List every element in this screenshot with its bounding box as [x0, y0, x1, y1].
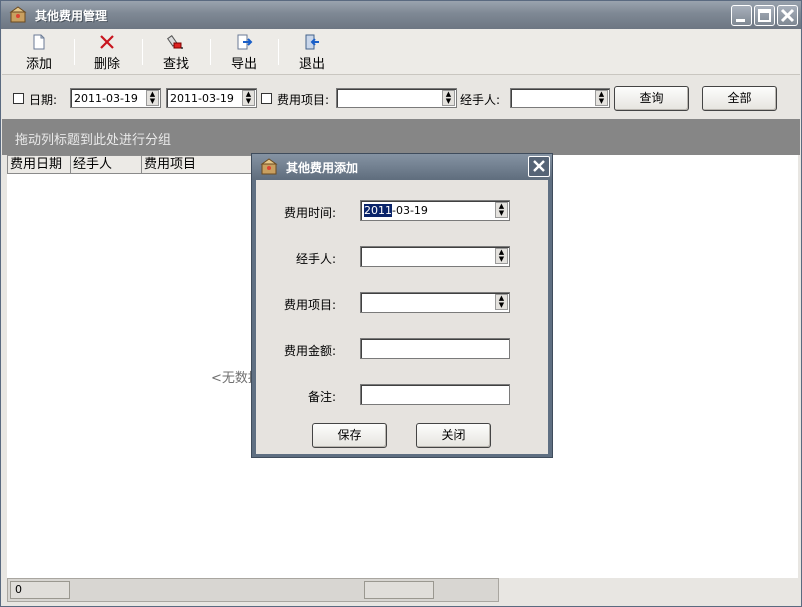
note-label: 备注: — [307, 390, 336, 404]
add-button[interactable]: 添加 — [12, 31, 66, 73]
minimize-button[interactable] — [731, 5, 752, 26]
app-icon — [260, 158, 278, 175]
date-checkbox[interactable] — [13, 93, 24, 104]
title-bar[interactable]: 其他费用管理 — [1, 1, 801, 29]
record-count: 0 — [10, 581, 70, 599]
group-by-panel[interactable]: 拖动列标题到此处进行分组 — [2, 119, 800, 155]
spin-updown-icon[interactable]: ▲ ▼ — [495, 202, 508, 218]
handler-combo[interactable]: ▲ ▼ — [510, 88, 610, 108]
date-label: 日期: — [29, 93, 58, 107]
dialog-handler-label: 经手人: — [295, 252, 336, 266]
dialog-close-button[interactable] — [528, 156, 550, 177]
maximize-button[interactable] — [754, 5, 775, 26]
expense-time-label: 费用时间: — [283, 206, 336, 220]
spin-updown-icon[interactable]: ▲ ▼ — [595, 90, 608, 106]
expense-time-value: 2011-03-19 — [364, 204, 428, 217]
minimize-icon — [736, 19, 745, 22]
group-hint: 拖动列标题到此处进行分组 — [15, 133, 172, 148]
maximize-icon — [758, 9, 771, 22]
item-combo[interactable]: ▲ ▼ — [336, 88, 457, 108]
item-label: 费用项目: — [277, 93, 330, 107]
add-label: 添加 — [25, 57, 52, 72]
status-bar: 0 — [7, 578, 499, 602]
exit-door-icon — [305, 34, 319, 50]
item-checkbox[interactable] — [261, 93, 272, 104]
date-from-value: 2011-03-19 — [74, 92, 138, 105]
toolbar-separator — [278, 39, 279, 65]
spin-updown-icon[interactable]: ▲ ▼ — [146, 90, 159, 106]
close-button[interactable] — [777, 5, 798, 26]
add-expense-dialog: 其他费用添加 费用时间: 2011-03-19 ▲ ▼ 经手人: ▲ ▼ 费用项目:… — [251, 153, 553, 458]
export-icon — [237, 34, 253, 50]
filter-bar: 日期: 2011-03-19 ▲ ▼ 2011-03-19 ▲ ▼ 费用项目: ▲ ▼… — [2, 75, 800, 119]
save-button[interactable]: 保存 — [312, 423, 387, 448]
date-to-value: 2011-03-19 — [170, 92, 234, 105]
amount-input[interactable] — [360, 338, 510, 359]
column-header-date[interactable]: 费用日期 — [7, 155, 71, 174]
date-from-picker[interactable]: 2011-03-19 ▲ ▼ — [70, 88, 161, 108]
status-panel — [364, 581, 434, 599]
app-icon — [9, 6, 27, 23]
delete-x-icon — [100, 35, 114, 49]
note-input[interactable] — [360, 384, 510, 405]
time-rest: -03-19 — [392, 204, 428, 217]
dialog-close-text-button[interactable]: 关闭 — [416, 423, 491, 448]
date-to-picker[interactable]: 2011-03-19 ▲ ▼ — [166, 88, 257, 108]
spin-updown-icon[interactable]: ▲ ▼ — [495, 294, 508, 310]
dialog-handler-combo[interactable]: ▲ ▼ — [360, 246, 510, 267]
window-title: 其他费用管理 — [35, 9, 108, 23]
spin-updown-icon[interactable]: ▲ ▼ — [442, 90, 455, 106]
column-header-item[interactable]: 费用项目 — [142, 155, 254, 174]
close-icon — [533, 160, 545, 172]
toolbar: 添加 删除 查找 导出 退出 — [2, 29, 800, 75]
export-button[interactable]: 导出 — [217, 31, 271, 73]
find-label: 查找 — [162, 57, 189, 72]
column-header-handler[interactable]: 经手人 — [71, 155, 142, 174]
find-button[interactable]: 查找 — [149, 31, 203, 73]
close-icon — [780, 8, 795, 23]
delete-button[interactable]: 删除 — [80, 31, 134, 73]
all-button[interactable]: 全部 — [702, 86, 777, 111]
export-label: 导出 — [230, 57, 257, 72]
find-icon — [167, 35, 183, 49]
dialog-item-combo[interactable]: ▲ ▼ — [360, 292, 510, 313]
spin-updown-icon[interactable]: ▲ ▼ — [495, 248, 508, 264]
handler-label: 经手人: — [460, 93, 501, 107]
exit-button[interactable]: 退出 — [285, 31, 339, 73]
dialog-body: 费用时间: 2011-03-19 ▲ ▼ 经手人: ▲ ▼ 费用项目: ▲ ▼ 费用金… — [256, 180, 548, 454]
amount-label: 费用金额: — [283, 344, 336, 358]
exit-label: 退出 — [298, 57, 325, 72]
query-button[interactable]: 查询 — [614, 86, 689, 111]
new-document-icon — [33, 34, 45, 50]
dialog-title: 其他费用添加 — [286, 161, 359, 175]
dialog-title-bar[interactable]: 其他费用添加 — [252, 154, 552, 180]
toolbar-separator — [74, 39, 75, 65]
toolbar-separator — [210, 39, 211, 65]
dialog-item-label: 费用项目: — [283, 298, 336, 312]
delete-label: 删除 — [93, 57, 120, 72]
selected-year: 2011 — [364, 204, 392, 217]
expense-time-picker[interactable]: 2011-03-19 ▲ ▼ — [360, 200, 510, 221]
toolbar-separator — [142, 39, 143, 65]
spin-updown-icon[interactable]: ▲ ▼ — [242, 90, 255, 106]
